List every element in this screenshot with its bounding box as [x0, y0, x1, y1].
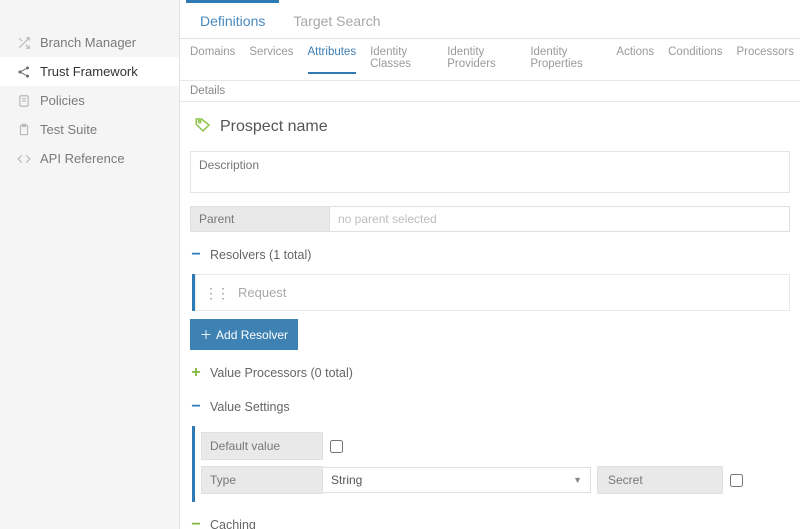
subtab-domains[interactable]: Domains [190, 46, 235, 74]
code-icon [14, 152, 34, 166]
value-settings-block: Default value Type String ▼ Secret [192, 426, 790, 502]
add-resolver-button[interactable]: ＋ Add Resolver [190, 319, 298, 350]
description-input[interactable] [190, 151, 790, 193]
clipboard-icon [14, 123, 34, 137]
section-title: Resolvers (1 total) [210, 248, 311, 262]
type-select[interactable]: String ▼ [323, 467, 591, 493]
tab-target-search[interactable]: Target Search [279, 0, 394, 38]
nav-policies[interactable]: Policies [0, 86, 179, 115]
collapse-icon: − [190, 516, 202, 529]
section-value-processors: + Value Processors (0 total) [190, 362, 790, 384]
caching-header[interactable]: − Caching [190, 514, 790, 529]
tab-definitions[interactable]: Definitions [186, 0, 279, 38]
collapse-icon: − [190, 246, 202, 264]
nav-trust-framework[interactable]: Trust Framework [0, 57, 179, 86]
secret-checkbox[interactable] [730, 474, 743, 487]
section-resolvers: − Resolvers (1 total) ⋮⋮ Request ＋ Add R… [190, 244, 790, 350]
sidebar: Branch Manager Trust Framework Policies … [0, 0, 180, 529]
resolvers-header[interactable]: − Resolvers (1 total) [190, 244, 790, 266]
page-title: Prospect name [220, 118, 328, 136]
parent-row: Parent no parent selected [190, 206, 790, 232]
document-icon [14, 94, 34, 108]
nav-api-reference[interactable]: API Reference [0, 144, 179, 173]
subtab-actions[interactable]: Actions [616, 46, 654, 74]
section-title: Value Processors (0 total) [210, 366, 353, 380]
nav-label: Test Suite [40, 122, 97, 137]
main-area: Definitions Target Search Domains Servic… [180, 0, 800, 529]
resolvers-block: ⋮⋮ Request [192, 274, 790, 311]
subtab-identity-properties[interactable]: Identity Properties [530, 46, 602, 74]
nav-label: Branch Manager [40, 35, 136, 50]
nav-branch-manager[interactable]: Branch Manager [0, 28, 179, 57]
type-value: String [331, 473, 362, 487]
top-tabs: Definitions Target Search [180, 0, 800, 39]
subtab-identity-classes[interactable]: Identity Classes [370, 46, 433, 74]
add-resolver-label: Add Resolver [216, 328, 288, 342]
collapse-icon: − [190, 398, 202, 416]
plus-icon: ＋ [200, 326, 212, 343]
default-value-label: Default value [201, 432, 323, 460]
resolver-item[interactable]: ⋮⋮ Request [195, 274, 790, 311]
default-value-row: Default value [195, 432, 790, 460]
parent-value[interactable]: no parent selected [330, 206, 790, 232]
resolver-name: Request [238, 285, 286, 300]
section-title: Value Settings [210, 400, 290, 414]
nav-test-suite[interactable]: Test Suite [0, 115, 179, 144]
nav-label: Trust Framework [40, 64, 138, 79]
type-row: Type String ▼ Secret [195, 466, 790, 494]
value-settings-header[interactable]: − Value Settings [190, 396, 790, 418]
drag-handle-icon[interactable]: ⋮⋮ [204, 290, 228, 296]
chevron-down-icon: ▼ [573, 475, 582, 485]
nav-label: API Reference [40, 151, 125, 166]
title-row: Prospect name [190, 112, 790, 151]
secret-label: Secret [597, 466, 723, 494]
subtab-attributes[interactable]: Attributes [308, 46, 357, 74]
shuffle-icon [14, 36, 34, 50]
share-icon [14, 65, 34, 79]
content-scroll[interactable]: Prospect name Parent no parent selected … [180, 102, 800, 529]
parent-label: Parent [190, 206, 330, 232]
subtab-processors[interactable]: Processors [736, 46, 794, 74]
expand-icon: + [190, 364, 202, 382]
section-title: Caching [210, 518, 256, 529]
subtab-identity-providers[interactable]: Identity Providers [447, 46, 516, 74]
subtab-conditions[interactable]: Conditions [668, 46, 722, 74]
details-header: Details [180, 81, 800, 102]
subtab-services[interactable]: Services [249, 46, 293, 74]
section-caching: − Caching Cache Strategy No Caching ▼ [190, 514, 790, 529]
tag-icon [194, 116, 212, 137]
value-processors-header[interactable]: + Value Processors (0 total) [190, 362, 790, 384]
default-value-checkbox[interactable] [330, 440, 343, 453]
section-value-settings: − Value Settings Default value Type Stri… [190, 396, 790, 502]
type-label: Type [201, 466, 323, 494]
sub-tabs: Domains Services Attributes Identity Cla… [180, 39, 800, 81]
nav-label: Policies [40, 93, 85, 108]
